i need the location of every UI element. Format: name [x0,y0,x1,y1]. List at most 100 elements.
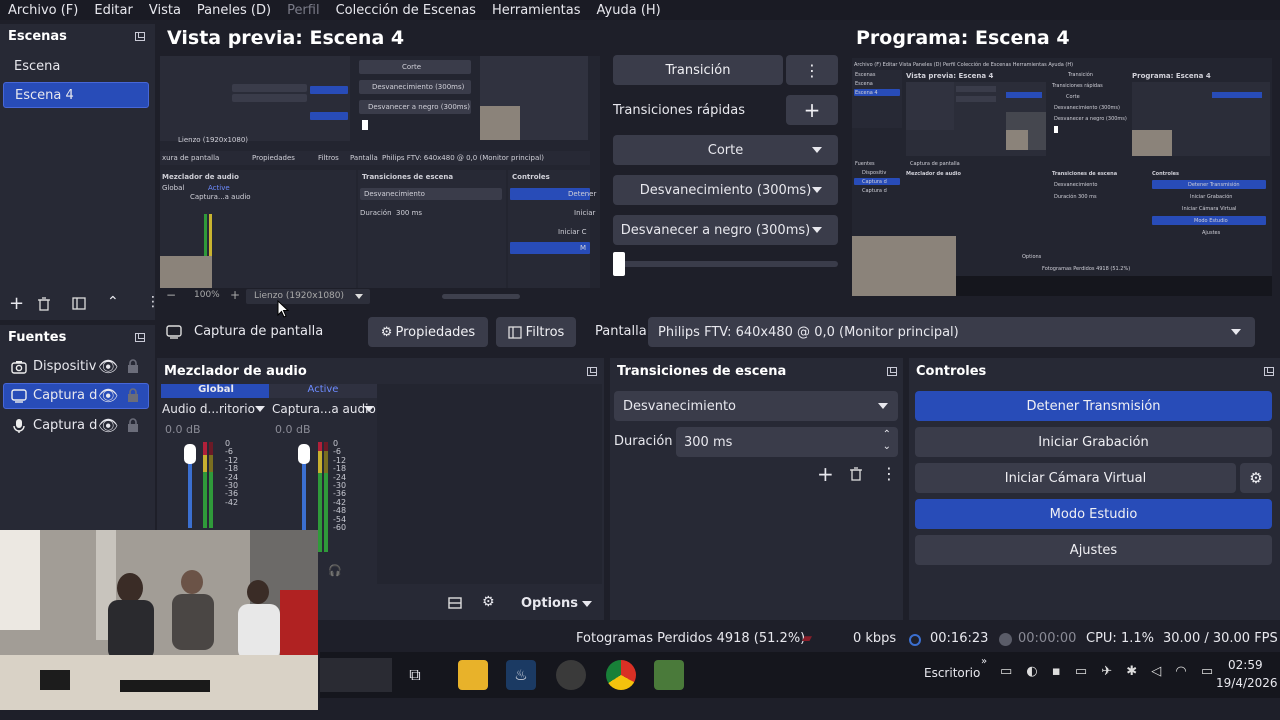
volume-handle[interactable] [298,444,310,464]
prog-ajustes: Ajustes [1202,230,1221,236]
mini-pantalla: Pantalla [350,154,378,162]
remove-transition-icon[interactable] [850,467,862,481]
file-explorer-icon[interactable] [458,660,488,690]
menu-coleccion[interactable]: Colección de Escenas [336,3,476,18]
source-item[interactable]: Captura d 👁 [3,413,149,439]
headphones-icon[interactable]: 🎧 [328,564,342,577]
transition-menu-icon[interactable]: ⋮ [786,55,838,85]
source-item[interactable]: Captura d 👁 [3,383,149,409]
layout-toggle-icon[interactable] [448,597,462,609]
menu-herramientas[interactable]: Herramientas [492,3,581,18]
zoom-out-icon[interactable]: − [166,288,176,302]
spin-up-icon[interactable]: ⌃ [883,429,891,440]
menu-archivo[interactable]: Archivo (F) [8,3,78,18]
scene-item-escena[interactable]: Escena [3,53,149,79]
eye-icon[interactable]: 👁 [98,416,118,435]
settings-button[interactable]: Ajustes [915,535,1272,565]
volume-handle[interactable] [184,444,196,464]
display-dropdown[interactable]: Philips FTV: 640x480 @ 0,0 (Monitor prin… [648,317,1255,347]
stop-streaming-button[interactable]: Detener Transmisión [915,391,1272,421]
prog-dur-val: 300 ms [1078,194,1097,200]
scene-filters-icon[interactable] [72,297,86,310]
clock-time: 02:59 [1228,658,1263,672]
transition-slider-handle[interactable] [613,252,625,276]
stream-status-icon [909,634,921,646]
transition-type-dropdown[interactable]: Desvanecimiento [614,391,898,421]
mini-m: M [580,244,587,252]
mixer-tab-global[interactable]: Global [161,384,271,398]
lock-icon[interactable] [127,418,139,433]
studio-mode-button[interactable]: Modo Estudio [915,499,1272,529]
prog-escena4: Escena 4 [855,90,878,96]
move-up-icon[interactable]: ⌃ [107,294,119,310]
prog-grabacion: Iniciar Grabación [1190,194,1233,200]
options-label[interactable]: Options [521,596,578,611]
transition-slider-track[interactable] [613,261,838,267]
game-app-icon[interactable] [654,660,684,690]
scene-item-escena-4[interactable]: Escena 4 [3,82,149,108]
prog-scene-trans: Transiciones de escena [1052,171,1118,177]
desktop-label[interactable]: Escritorio [924,666,980,680]
mini-cap-audio: Captura...a audio [190,193,251,201]
steam-icon[interactable]: ♨ [506,660,536,690]
properties-button[interactable]: ⚙ Propiedades [368,317,488,347]
mixer-tab-active[interactable]: Active [269,384,377,398]
advanced-audio-icon[interactable]: ⚙ [482,594,495,610]
spin-down-icon[interactable]: ⌄ [883,441,891,452]
menu-vista[interactable]: Vista [149,3,181,18]
undock-icon[interactable] [587,367,597,376]
canvas-size-dropdown[interactable]: Lienzo (1920x1080) [246,289,370,304]
controls-title: Controles [916,364,987,379]
eye-icon[interactable]: 👁 [98,357,118,376]
transition-button[interactable]: Transición [613,55,783,85]
chevron-down-icon[interactable] [255,406,265,412]
chevron-right-icon[interactable]: » [981,656,987,667]
tray-icons[interactable]: ▭ ◐ ▪ ▭ ✈ ✱ ◁ ◠ ▭ [1000,664,1218,679]
remove-scene-icon[interactable] [38,297,50,311]
quick-transition-corte[interactable]: Corte [613,135,838,165]
transition-more-icon[interactable]: ⋮ [881,464,897,483]
mini-capture: xura de pantalla [162,154,220,162]
menu-editar[interactable]: Editar [94,3,133,18]
undock-icon[interactable] [1264,367,1274,376]
filters-button[interactable]: Filtros [496,317,576,347]
mini-lienzo-top: Lienzo (1920x1080) [178,136,249,144]
taskbar-search[interactable] [320,658,392,692]
zoom-in-icon[interactable]: + [230,288,240,302]
controls-dock: Controles Detener Transmisión Iniciar Gr… [909,358,1280,620]
source-item[interactable]: Dispositiv 👁 [3,354,149,380]
undock-icon[interactable] [887,367,897,376]
more-icon[interactable]: ⋮ [146,294,160,310]
undock-icon[interactable] [135,32,145,41]
start-virtual-camera-button[interactable]: Iniciar Cámara Virtual [915,463,1236,493]
prog-camara: Iniciar Cámara Virtual [1182,206,1237,212]
undock-icon[interactable] [135,333,145,342]
lock-icon[interactable] [127,388,139,403]
duration-spinbox[interactable]: 300 ms ⌃ ⌄ [676,427,898,457]
chevron-down-icon[interactable] [582,601,592,607]
add-scene-icon[interactable]: + [9,293,24,314]
chrome-icon[interactable] [606,660,636,690]
preview-scrollbar[interactable] [442,294,520,299]
add-transition-icon[interactable]: + [817,462,834,486]
prog-fotogramas: Fotogramas Perdidos 4918 (51.2%) [1042,266,1131,272]
level-meter [324,442,328,552]
properties-label: Propiedades [395,324,476,340]
lock-icon[interactable] [127,359,139,374]
task-view-icon[interactable]: ⧉ [400,660,430,690]
start-recording-button[interactable]: Iniciar Grabación [915,427,1272,457]
menu-ayuda[interactable]: Ayuda (H) [597,3,661,18]
obs-icon[interactable] [556,660,586,690]
quick-transition-fade[interactable]: Desvanecimiento (300ms) [613,175,838,205]
display-label: Pantalla [595,324,647,339]
virtual-camera-settings-button[interactable]: ⚙ [1240,463,1272,493]
menu-paneles[interactable]: Paneles (D) [197,3,271,18]
eye-icon[interactable]: 👁 [98,386,118,405]
chevron-down-icon[interactable] [364,406,374,412]
prog-programa: Programa: Escena 4 [1132,72,1211,80]
add-quick-transition-button[interactable]: + [786,95,838,125]
menu-perfil[interactable]: Perfil [287,3,320,18]
quick-transition-fade-black[interactable]: Desvanecer a negro (300ms) [613,215,838,245]
quick-transition-label: Corte [707,142,744,158]
preview-canvas[interactable]: Corte Desvanecimiento (300ms) Desvanecer… [160,56,600,288]
